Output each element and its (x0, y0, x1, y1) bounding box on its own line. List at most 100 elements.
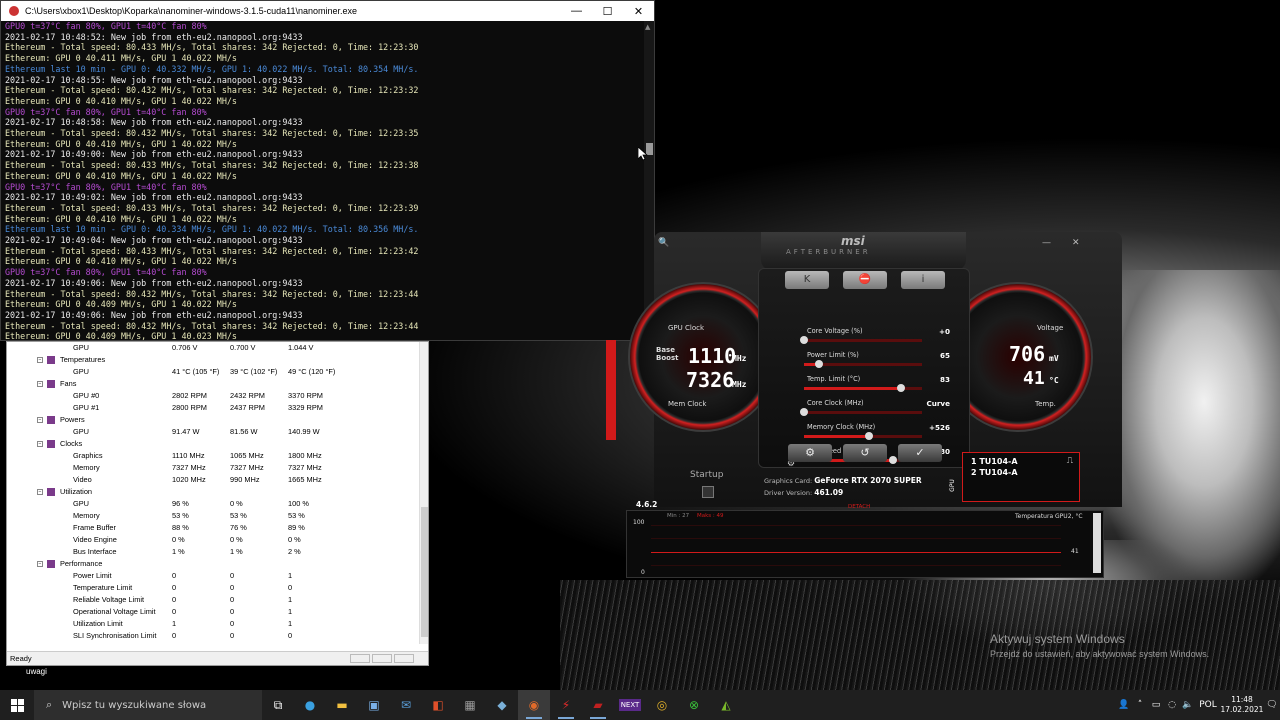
clock[interactable]: 11:48 17.02.2021 (1220, 695, 1264, 715)
search-icon[interactable]: 🔍 (658, 238, 669, 248)
console-titlebar[interactable]: C:\Users\xbox1\Desktop\Koparka\nanominer… (1, 1, 654, 21)
slider-row: Power Limit (%) 65 (799, 351, 984, 375)
nanominer-taskbar-icon[interactable]: ◉ (518, 690, 550, 720)
sensor-row[interactable]: Graphics 1110 MHz 1065 MHz 1800 MHz (7, 450, 421, 462)
office-icon[interactable]: ◧ (422, 690, 454, 720)
console-line: 2021-02-17 10:49:00: New job from eth-eu… (5, 149, 303, 160)
afterburner-logo-text: AFTERBURNER (786, 248, 871, 256)
slider-value: +526 (928, 423, 950, 432)
gpu-selector-panel[interactable]: 1 TU104-A 2 TU104-A ⎍ (962, 452, 1080, 502)
sensor-group-row[interactable]: − Powers (7, 414, 421, 426)
graph-scrollbar[interactable] (1093, 513, 1101, 573)
sensor-row[interactable]: Frame Buffer 88 % 76 % 89 % (7, 522, 421, 534)
voltage-value: 706 (1009, 342, 1046, 366)
xbox-icon[interactable]: ⊗ (678, 690, 710, 720)
speaker-icon[interactable]: 🔈 (1180, 700, 1196, 710)
language-indicator[interactable]: POL (1196, 700, 1220, 710)
sensor-row[interactable]: GPU #0 2802 RPM 2432 RPM 3370 RPM (7, 390, 421, 402)
sensor-tree-scroll-thumb[interactable] (421, 507, 428, 637)
console-line: Ethereum - Total speed: 80.433 MH/s, Tot… (5, 160, 419, 171)
network-icon[interactable]: ◌ (1164, 700, 1180, 710)
sensor-group-row[interactable]: − Utilization (7, 486, 421, 498)
tree-collapse-icon[interactable]: − (37, 489, 43, 495)
windows-startup-icon[interactable] (702, 486, 714, 498)
taskbar-search-box[interactable]: ⌕ Wpisz tu wyszukiwane słowa (34, 690, 262, 720)
sensor-tree[interactable]: GPU 0.706 V 0.700 V 1.044 V − Temperatures GPU… (7, 342, 421, 644)
slider-track[interactable] (804, 339, 922, 342)
scroll-up-icon[interactable]: ▲ (645, 23, 650, 31)
sensor-name: Temperatures (60, 355, 106, 364)
k-boost-button[interactable]: K (785, 271, 829, 289)
app-icon[interactable]: ◆ (486, 690, 518, 720)
sensor-row[interactable]: Operational Voltage Limit 0 0 1 (7, 606, 421, 618)
edge-icon[interactable]: ● (294, 690, 326, 720)
info-button[interactable]: i (901, 271, 945, 289)
sensor-group-row[interactable]: − Temperatures (7, 354, 421, 366)
gpu-list-item[interactable]: 1 TU104-A (971, 457, 1018, 466)
sensor-row[interactable]: Reliable Voltage Limit 0 0 1 (7, 594, 421, 606)
next-app-icon[interactable]: NEXT (614, 690, 646, 720)
sensor-row[interactable]: Temperature Limit 0 0 0 (7, 582, 421, 594)
minimize-button[interactable]: — (561, 5, 592, 17)
calculator-icon[interactable]: ▦ (454, 690, 486, 720)
sensor-group-row[interactable]: − Clocks (7, 438, 421, 450)
sensor-row[interactable]: Power Limit 0 0 1 (7, 570, 421, 582)
sensor-row[interactable]: Memory 7327 MHz 7327 MHz 7327 MHz (7, 462, 421, 474)
slider-knob[interactable] (800, 336, 808, 344)
sensor-row[interactable]: GPU 96 % 0 % 100 % (7, 498, 421, 510)
close-icon[interactable]: ✕ (1072, 238, 1080, 248)
sensor-row[interactable]: Memory 53 % 53 % 53 % (7, 510, 421, 522)
console-output[interactable]: GPU0 t=37°C fan 80%, GPU1 t=40°C fan 80%… (1, 21, 644, 340)
oc-scanner-button[interactable]: ⛔ (843, 271, 887, 289)
user-icon[interactable]: 👤 (1116, 700, 1132, 710)
sensor-row[interactable]: Video 1020 MHz 990 MHz 1665 MHz (7, 474, 421, 486)
sensor-group-row[interactable]: − Performance (7, 558, 421, 570)
slider-track[interactable] (804, 435, 922, 438)
sensor-value: 0 (172, 607, 177, 616)
tree-collapse-icon[interactable]: − (37, 381, 43, 387)
mail-icon[interactable]: ✉ (390, 690, 422, 720)
tree-collapse-icon[interactable]: − (37, 441, 43, 447)
sensor-row[interactable]: GPU #1 2800 RPM 2437 RPM 3329 RPM (7, 402, 421, 414)
tree-collapse-icon[interactable]: − (37, 357, 43, 363)
reset-button[interactable]: ↺ (843, 444, 887, 462)
sensor-group-row[interactable]: − Fans (7, 378, 421, 390)
sensor-row[interactable]: Bus Interface 1 % 1 % 2 % (7, 546, 421, 558)
sensor-row[interactable]: Video Engine 0 % 0 % 0 % (7, 534, 421, 546)
minimize-icon[interactable]: — (1042, 238, 1051, 248)
gpu-list-item[interactable]: 2 TU104-A (971, 468, 1018, 477)
afterburner-taskbar-icon[interactable]: ⚡ (550, 690, 582, 720)
monitoring-wave-icon[interactable]: ⎍ (1067, 456, 1073, 466)
device-icon[interactable]: ▭ (1148, 700, 1164, 710)
slider-knob[interactable] (800, 408, 808, 416)
slider-knob[interactable] (815, 360, 824, 368)
close-button[interactable]: ✕ (623, 5, 654, 18)
sensor-row[interactable]: GPU 91.47 W 81.56 W 140.99 W (7, 426, 421, 438)
sensor-row[interactable]: Utilization Limit 1 0 1 (7, 618, 421, 630)
sensor-row[interactable]: SLI Synchronisation Limit 0 0 0 (7, 630, 421, 642)
sensor-tree-scrollbar[interactable] (419, 342, 428, 644)
sensor-row[interactable]: GPU 0.706 V 0.700 V 1.044 V (7, 342, 421, 354)
start-button[interactable] (0, 690, 34, 720)
file-explorer-icon[interactable]: ▬ (326, 690, 358, 720)
slider-knob[interactable] (896, 384, 905, 392)
tree-collapse-icon[interactable]: − (37, 417, 43, 423)
sensor-max: 3329 RPM (288, 403, 323, 412)
tree-collapse-icon[interactable]: − (37, 561, 43, 567)
notifications-icon[interactable]: 🗨 (1264, 700, 1280, 710)
task-view-icon[interactable]: ⧉ (262, 690, 294, 720)
sensor-row[interactable]: GPU 41 °C (105 °F) 39 °C (102 °F) 49 °C (12… (7, 366, 421, 378)
apply-button[interactable]: ✓ (898, 444, 942, 462)
slider-knob[interactable] (888, 456, 897, 464)
chrome-icon[interactable]: ◎ (646, 690, 678, 720)
slider-track[interactable] (804, 411, 922, 414)
store-icon[interactable]: ▣ (358, 690, 390, 720)
sensor-name: Power Limit (73, 571, 112, 580)
chevron-up-icon[interactable]: ˄ (1132, 700, 1148, 710)
nvidia-icon[interactable]: ◭ (710, 690, 742, 720)
hwmonitor-taskbar-icon[interactable]: ▰ (582, 690, 614, 720)
settings-button[interactable]: ⚙ (788, 444, 832, 462)
maximize-button[interactable]: ☐ (592, 5, 623, 18)
slider-knob[interactable] (864, 432, 873, 440)
slider-value: 83 (939, 375, 950, 384)
